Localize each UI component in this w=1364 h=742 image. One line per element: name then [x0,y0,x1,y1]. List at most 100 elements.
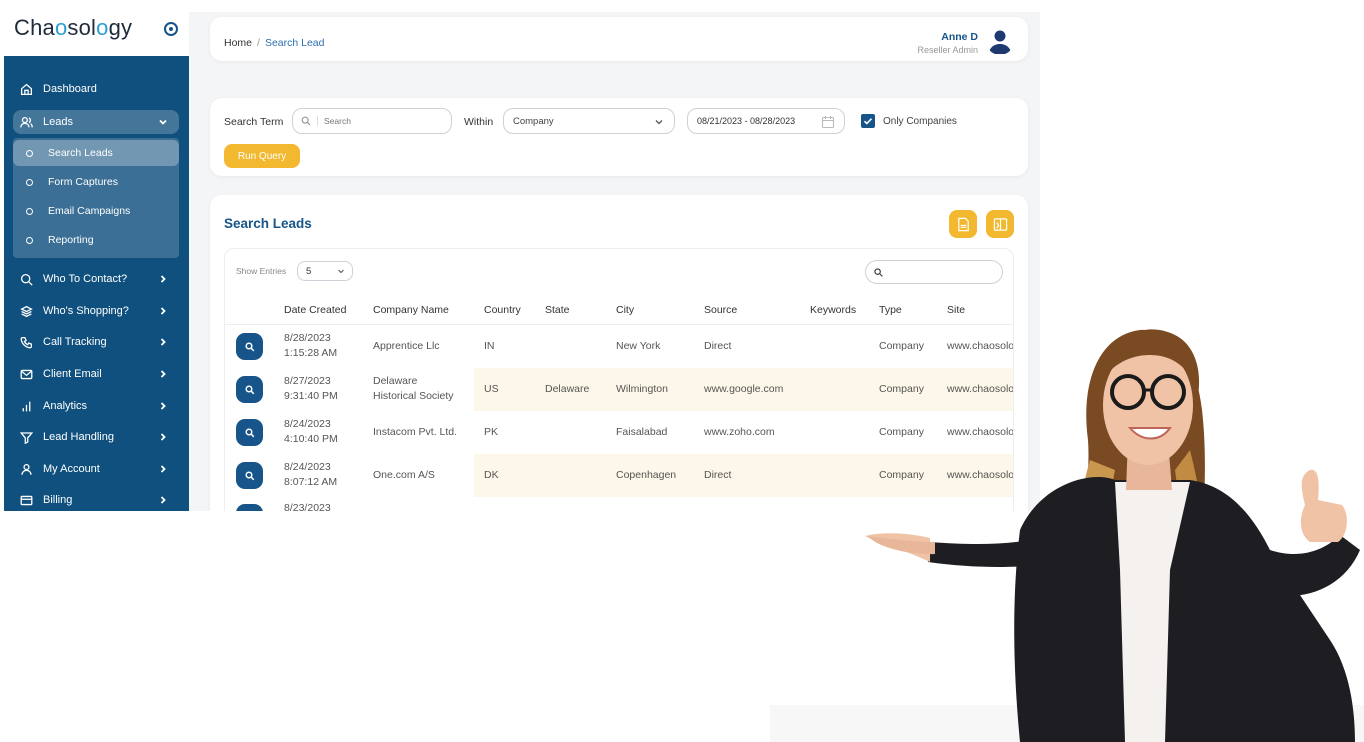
phone-icon [19,335,33,349]
cell-date: 8/24/2023 [284,418,331,430]
calendar-icon [822,116,834,128]
logo-part: Cha [14,15,55,40]
sidebar-item-who-to-contact[interactable]: Who To Contact? [13,267,179,291]
run-query-button[interactable]: Run Query [224,144,300,168]
logo-part: gy [108,15,133,40]
leads-submenu: Search Leads Form Captures Email Campaig… [13,138,179,258]
cell-date: 8/23/2023 [284,502,331,511]
cell-city: Wilmington [616,383,668,395]
chevron-right-icon [157,368,169,380]
sidebar-item-call-tracking[interactable]: Call Tracking [13,330,179,354]
user-icon [19,462,33,476]
submenu-item-form-captures[interactable]: Form Captures [13,169,179,195]
cell-date-created: 8/28/2023 1:15:28 AM [284,331,337,361]
column-header-company-name[interactable]: Company Name [373,304,449,316]
only-companies-checkbox[interactable] [861,114,875,128]
cell-company-name: Instacom Pvt. Ltd. [373,425,457,440]
submenu-item-reporting[interactable]: Reporting [13,227,179,253]
breadcrumb-separator: / [257,37,260,49]
view-lead-button[interactable] [236,419,263,446]
sidebar-item-dashboard[interactable]: Dashboard [13,77,179,101]
logo-part: o [54,15,68,40]
page: Chaosology Dashboard Leads Search Leads … [0,0,1364,742]
sidebar-item-my-account[interactable]: My Account [13,457,179,481]
user-name[interactable]: Anne D [941,31,978,43]
search-term-label: Search Term [224,116,284,128]
filter-icon [19,430,33,444]
breadcrumb-current: Search Lead [264,37,325,49]
view-lead-button[interactable] [236,462,263,489]
show-entries-select[interactable]: 5 [297,261,353,281]
top-bar: Home / Search Lead Anne D Reseller Admin [210,17,1028,61]
date-range-picker[interactable]: 08/21/2023 - 08/28/2023 [687,108,845,134]
chevron-down-icon [338,269,344,274]
cell-date-created: 8/23/2023 [284,501,331,511]
export-excel-button[interactable] [986,210,1014,238]
checkmark-icon [863,118,873,125]
presenter-illustration [770,329,1364,742]
sidebar-nav: Dashboard Leads Search Leads Form Captur… [4,56,189,511]
cell-source: Direct [704,340,732,352]
circle-icon [26,207,33,215]
chevron-right-icon [157,305,169,317]
submenu-item-label: Email Campaigns [48,205,131,217]
logo-part: sol [67,15,97,40]
sidebar-item-label: Who's Shopping? [43,305,129,317]
sidebar-item-analytics[interactable]: Analytics [13,394,179,418]
column-header-date-created[interactable]: Date Created [284,304,346,316]
user-role: Reseller Admin [917,45,978,55]
within-select[interactable]: Company [503,108,675,134]
billing-icon [19,493,33,507]
cell-date: 8/27/2023 [284,375,331,387]
submenu-item-label: Form Captures [48,176,119,188]
sidebar-item-billing[interactable]: Billing [13,488,179,511]
circle-icon [26,149,33,157]
date-range-value: 08/21/2023 - 08/28/2023 [697,116,796,126]
sidebar-item-lead-handling[interactable]: Lead Handling [13,425,179,449]
logo-part: o [96,15,109,40]
mail-icon [19,367,33,381]
chevron-right-icon [157,431,169,443]
view-lead-button[interactable] [236,333,263,360]
cell-city: Copenhagen [616,469,677,481]
layers-icon [19,304,33,318]
sidebar-item-client-email[interactable]: Client Email [13,362,179,386]
chevron-right-icon [157,494,169,506]
show-entries-value: 5 [306,265,312,277]
column-header-source[interactable]: Source [704,304,737,316]
cell-date: 8/28/2023 [284,332,331,344]
sidebar-toggle-icon[interactable] [164,22,178,36]
view-lead-button[interactable] [236,376,263,403]
show-entries-label: Show Entries [236,266,287,276]
cell-date-created: 8/27/2023 9:31:40 PM [284,374,338,404]
cell-company-line: Historical Society [373,390,454,402]
logo[interactable]: Chaosology [14,15,132,41]
cell-country: IN [484,340,495,352]
avatar[interactable] [986,27,1014,55]
cell-date: 8/24/2023 [284,461,331,473]
cell-source: Direct [704,469,732,481]
home-icon [19,82,33,96]
submenu-item-search-leads[interactable]: Search Leads [13,140,179,166]
cell-country: US [484,383,499,395]
cell-source: www.zoho.com [704,426,775,438]
search-icon [244,427,254,437]
users-icon [19,115,33,129]
search-icon [244,341,254,351]
column-header-state[interactable]: State [545,304,570,316]
export-pdf-button[interactable] [949,210,977,238]
sidebar-item-whos-shopping[interactable]: Who's Shopping? [13,299,179,323]
breadcrumb-home-link[interactable]: Home [224,37,252,49]
view-lead-button[interactable] [236,504,263,511]
column-header-city[interactable]: City [616,304,634,316]
sidebar-item-leads[interactable]: Leads [13,110,179,134]
column-header-country[interactable]: Country [484,304,521,316]
table-search-input[interactable] [865,260,1003,284]
submenu-item-email-campaigns[interactable]: Email Campaigns [13,198,179,224]
search-term-field[interactable] [292,108,452,134]
only-companies-label[interactable]: Only Companies [883,116,957,127]
search-input[interactable] [317,116,427,126]
user-avatar-icon [989,30,1011,54]
sidebar: Chaosology Dashboard Leads Search Leads … [4,0,189,511]
table-title: Search Leads [224,216,312,231]
